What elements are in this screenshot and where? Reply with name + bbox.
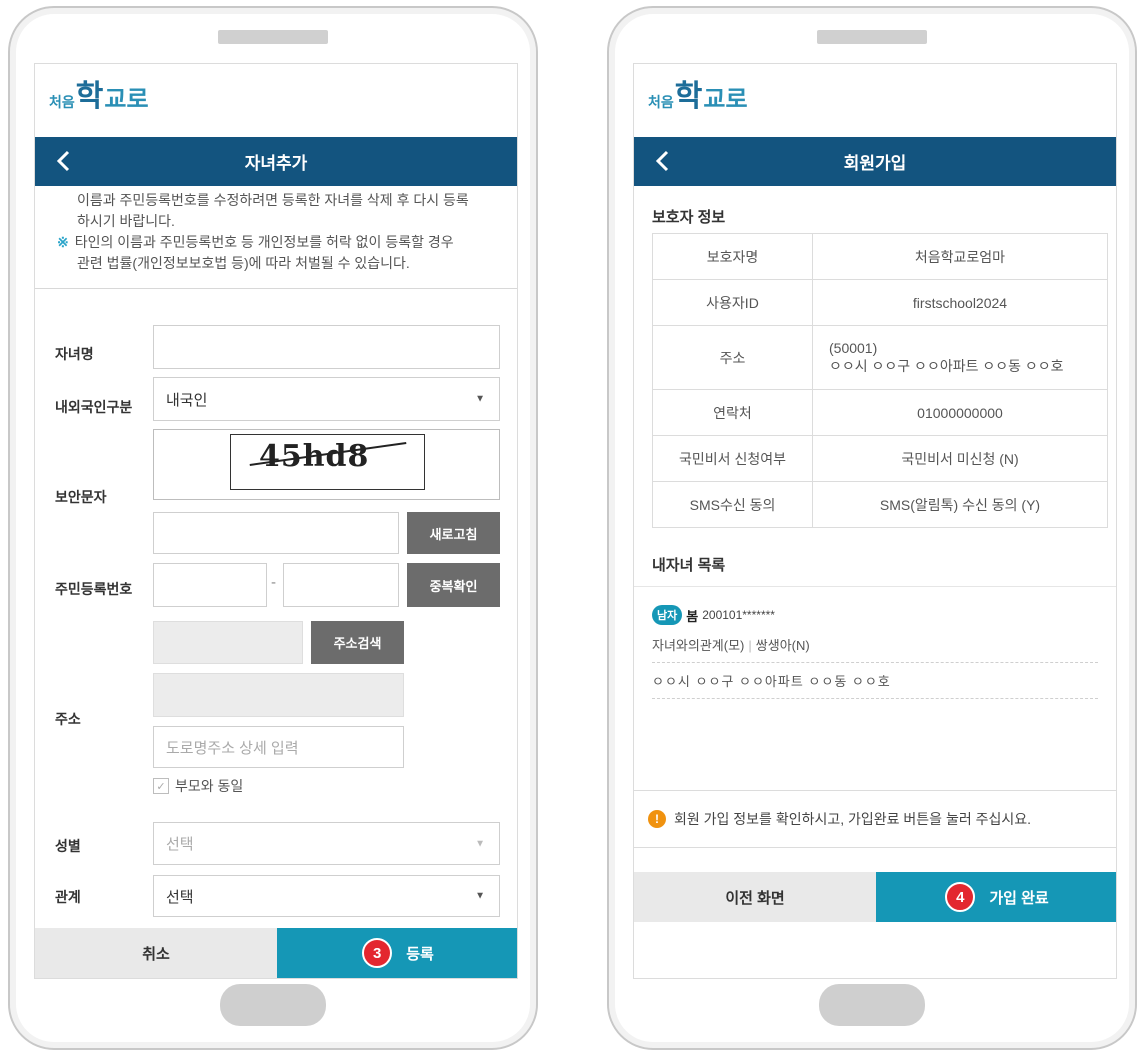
- back-arrow-icon[interactable]: [652, 149, 674, 173]
- address-detail-input[interactable]: 도로명주소 상세 입력: [153, 726, 404, 768]
- home-button: [819, 984, 925, 1026]
- nationality-select[interactable]: 내국인 ▼: [153, 377, 500, 421]
- child-form: 자녀명 내외국인구분 내국인 ▼ 45hd8 보안문자 새로고침 주민등록번호 …: [35, 289, 517, 929]
- children-section-title: 내자녀 목록: [652, 557, 726, 574]
- child-address: ㅇㅇ시 ㅇㅇ구 ㅇㅇ아파트 ㅇㅇ동 ㅇㅇ호: [652, 663, 1098, 699]
- duplicate-check-button[interactable]: 중복확인: [407, 563, 500, 607]
- gender-label: 성별: [55, 838, 81, 854]
- back-arrow-icon[interactable]: [53, 149, 75, 173]
- table-row: 주소 (50001) ㅇㅇ시 ㅇㅇ구 ㅇㅇ아파트 ㅇㅇ동 ㅇㅇ호: [652, 325, 1108, 390]
- child-add-screen: 처음 학 교로 자녀추가 이름과 주민등록번호를 수정하려면 등록한 자녀를 삭제 …: [34, 63, 518, 979]
- relation-select[interactable]: 선택 ▼: [153, 875, 500, 917]
- table-row: SMS수신 동의 SMS(알림톡) 수신 동의 (Y): [652, 481, 1108, 528]
- logo: 처음 학 교로: [648, 79, 748, 114]
- phone-frame-right: 처음 학 교로 회원가입 보호자 정보 보호자명 처음학교로엄마 사용자ID fir…: [607, 6, 1137, 1050]
- child-list-item[interactable]: 남자 봄 200101******* 자녀와의관계(모) | 쌍생아(N) ㅇㅇ시 …: [634, 586, 1116, 790]
- child-birth: 200101*******: [702, 608, 775, 622]
- phone-frame-left: 처음 학 교로 자녀추가 이름과 주민등록번호를 수정하려면 등록한 자녀를 삭제 …: [8, 6, 538, 1050]
- captcha-image: 45hd8: [230, 434, 425, 490]
- nationality-label: 내외국인구분: [55, 399, 133, 415]
- gender-select[interactable]: 선택 ▼: [153, 822, 500, 865]
- captcha-box: 45hd8: [153, 429, 500, 500]
- address-label: 주소: [55, 711, 81, 727]
- address-input[interactable]: [153, 673, 404, 717]
- address-search-button[interactable]: 주소검색: [311, 621, 404, 664]
- home-button: [220, 984, 326, 1026]
- logo-bar: 처음 학 교로: [634, 64, 1116, 137]
- same-as-parent-row[interactable]: ✓ 부모와 동일: [153, 776, 243, 796]
- refresh-button[interactable]: 새로고침: [407, 512, 500, 554]
- captcha-label: 보안문자: [55, 489, 107, 505]
- speaker-grille: [218, 30, 328, 44]
- same-as-parent-checkbox[interactable]: ✓: [153, 778, 169, 794]
- table-row: 연락처 01000000000: [652, 389, 1108, 436]
- warning-icon: !: [648, 810, 666, 828]
- child-name: 봄: [686, 608, 699, 624]
- table-row: 국민비서 신청여부 국민비서 미신청 (N): [652, 435, 1108, 482]
- table-row: 보호자명 처음학교로엄마: [652, 233, 1108, 280]
- page-title: 자녀추가: [244, 154, 308, 173]
- cancel-button[interactable]: 취소: [35, 928, 277, 978]
- logo: 처음 학 교로: [49, 79, 149, 114]
- speaker-grille: [817, 30, 927, 44]
- captcha-input[interactable]: [153, 512, 399, 554]
- chevron-down-icon: ▼: [475, 890, 485, 902]
- previous-button[interactable]: 이전 화면: [634, 872, 876, 922]
- table-row: 사용자ID firstschool2024: [652, 279, 1108, 326]
- notice-text: 이름과 주민등록번호를 수정하려면 등록한 자녀를 삭제 후 다시 등록 하시기…: [35, 186, 517, 289]
- notice-mark: ※: [57, 234, 69, 250]
- header-bar: 회원가입: [634, 137, 1116, 186]
- child-twin: 쌍생아(N): [755, 638, 810, 653]
- logo-bar: 처음 학 교로: [35, 64, 517, 137]
- step-badge: 4: [945, 882, 976, 912]
- rrn-second-input[interactable]: [283, 563, 399, 607]
- bottom-bar: 이전 화면 4 가입 완료: [634, 872, 1116, 922]
- chevron-down-icon: ▼: [475, 838, 485, 849]
- rrn-label: 주민등록번호: [55, 581, 133, 597]
- zipcode-input[interactable]: [153, 621, 303, 664]
- signup-complete-button[interactable]: 4 가입 완료: [876, 872, 1116, 922]
- signup-screen: 처음 학 교로 회원가입 보호자 정보 보호자명 처음학교로엄마 사용자ID fir…: [633, 63, 1117, 979]
- child-relation: 자녀와의관계(모): [652, 638, 745, 653]
- bottom-bar: 취소 3 등록: [35, 928, 517, 978]
- rrn-dash: -: [271, 575, 277, 591]
- confirm-notice: ! 회원 가입 정보를 확인하시고, 가입완료 버튼을 눌러 주십시요.: [634, 790, 1116, 848]
- header-bar: 자녀추가: [35, 137, 517, 186]
- page-title: 회원가입: [843, 154, 907, 173]
- child-name-label: 자녀명: [55, 346, 94, 362]
- register-button[interactable]: 3 등록: [277, 928, 517, 978]
- guardian-info-table: 보호자명 처음학교로엄마 사용자ID firstschool2024 주소 (5…: [652, 233, 1108, 528]
- relation-label: 관계: [55, 889, 81, 905]
- child-name-input[interactable]: [153, 325, 500, 369]
- same-as-parent-label: 부모와 동일: [175, 778, 244, 794]
- guardian-section-title: 보호자 정보: [652, 209, 726, 226]
- gender-badge: 남자: [652, 605, 683, 625]
- rrn-first-input[interactable]: [153, 563, 267, 607]
- step-badge: 3: [362, 938, 393, 968]
- chevron-down-icon: ▼: [475, 393, 485, 405]
